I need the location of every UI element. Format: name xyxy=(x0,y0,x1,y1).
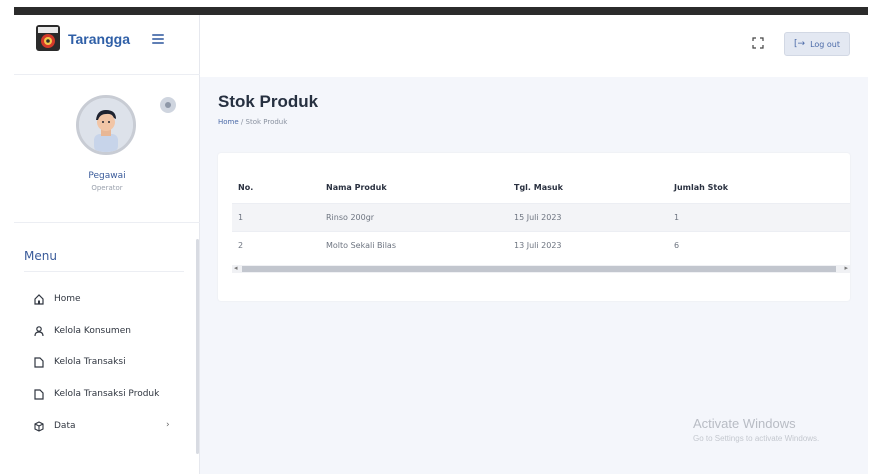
cell-nama-produk: Rinso 200gr xyxy=(306,202,494,231)
breadcrumb-separator: / xyxy=(240,118,244,126)
cell-jumlah-stok: 6 xyxy=(654,230,850,259)
file-icon xyxy=(34,388,44,400)
menu-divider xyxy=(24,271,184,272)
logout-button[interactable]: [→ Log out xyxy=(784,32,850,56)
avatar xyxy=(76,95,136,155)
menu-title: Menu xyxy=(24,249,57,263)
sidebar: Tarangga Pegawai Operator Menu Home Kelo… xyxy=(14,15,200,474)
sidebar-item-label: Kelola Konsumen xyxy=(54,326,131,336)
table-row[interactable]: 2 Molto Sekali Bilas 13 Juli 2023 6 xyxy=(232,230,850,259)
scroll-left-arrow-icon[interactable]: ◂ xyxy=(234,264,238,272)
profile-panel: Pegawai Operator xyxy=(14,75,200,223)
brand-name[interactable]: Tarangga xyxy=(68,31,130,47)
column-header-jumlah-stok[interactable]: Jumlah Stok xyxy=(654,173,850,203)
sidebar-item-label: Kelola Transaksi xyxy=(54,357,126,367)
profile-role: Operator xyxy=(91,184,123,192)
sidebar-item-home[interactable]: Home xyxy=(34,291,81,307)
cell-tgl-masuk: 15 Juli 2023 xyxy=(494,202,654,231)
activation-watermark-title: Activate Windows xyxy=(693,416,796,431)
box-icon xyxy=(34,420,44,432)
chevron-right-icon[interactable]: › xyxy=(166,420,170,430)
breadcrumb: Home / Stok Produk xyxy=(218,118,287,126)
sidebar-item-label: Kelola Transaksi Produk xyxy=(54,389,160,399)
column-header-nama-produk[interactable]: Nama Produk xyxy=(306,173,494,203)
column-header-tgl-masuk[interactable]: Tgl. Masuk xyxy=(494,173,654,203)
table-horizontal-scrollbar[interactable]: ◂ ▸ xyxy=(232,264,850,273)
top-header: [→ Log out xyxy=(200,15,868,77)
brand-logo[interactable] xyxy=(36,25,60,51)
sidebar-item-label: Data xyxy=(54,421,76,431)
activation-watermark-subtitle: Go to Settings to activate Windows. xyxy=(693,434,820,443)
stock-table-card: No. Nama Produk Tgl. Masuk Jumlah Stok 1… xyxy=(218,153,850,301)
sidebar-item-data[interactable]: Data xyxy=(34,418,76,434)
sidebar-item-label: Home xyxy=(54,294,81,304)
page-title: Stok Produk xyxy=(218,92,319,111)
fullscreen-icon[interactable] xyxy=(752,37,764,49)
profile-settings-gear-icon[interactable] xyxy=(160,97,176,113)
hamburger-menu-icon[interactable] xyxy=(152,34,164,44)
table-row[interactable]: 1 Rinso 200gr 15 Juli 2023 1 xyxy=(232,202,850,231)
sidebar-item-kelola-transaksi-produk[interactable]: Kelola Transaksi Produk xyxy=(34,386,159,402)
scrollbar-thumb[interactable] xyxy=(242,266,836,272)
cell-no: 2 xyxy=(232,230,306,259)
logout-icon: [→ xyxy=(794,39,806,49)
table-header-row: No. Nama Produk Tgl. Masuk Jumlah Stok xyxy=(232,173,850,203)
user-icon xyxy=(34,325,44,336)
file-icon xyxy=(34,356,44,368)
brand-bar: Tarangga xyxy=(14,15,200,75)
avatar-illustration-icon xyxy=(79,98,133,152)
cell-tgl-masuk: 13 Juli 2023 xyxy=(494,230,654,259)
home-icon xyxy=(34,293,44,305)
stock-table: No. Nama Produk Tgl. Masuk Jumlah Stok 1… xyxy=(232,173,850,259)
scroll-right-arrow-icon[interactable]: ▸ xyxy=(844,264,848,272)
logout-label: Log out xyxy=(810,39,840,49)
sidebar-scrollbar[interactable] xyxy=(196,239,199,454)
breadcrumb-home-link[interactable]: Home xyxy=(218,118,239,126)
breadcrumb-current: Stok Produk xyxy=(245,118,288,126)
window-top-strip xyxy=(14,7,868,15)
cell-no: 1 xyxy=(232,202,306,231)
cell-nama-produk: Molto Sekali Bilas xyxy=(306,230,494,259)
cell-jumlah-stok: 1 xyxy=(654,202,850,231)
sidebar-item-kelola-konsumen[interactable]: Kelola Konsumen xyxy=(34,323,131,339)
app-window: Tarangga Pegawai Operator Menu Home Kelo… xyxy=(14,15,868,474)
profile-name: Pegawai xyxy=(88,171,126,181)
column-header-no[interactable]: No. xyxy=(232,173,306,203)
sidebar-item-kelola-transaksi[interactable]: Kelola Transaksi xyxy=(34,354,126,370)
